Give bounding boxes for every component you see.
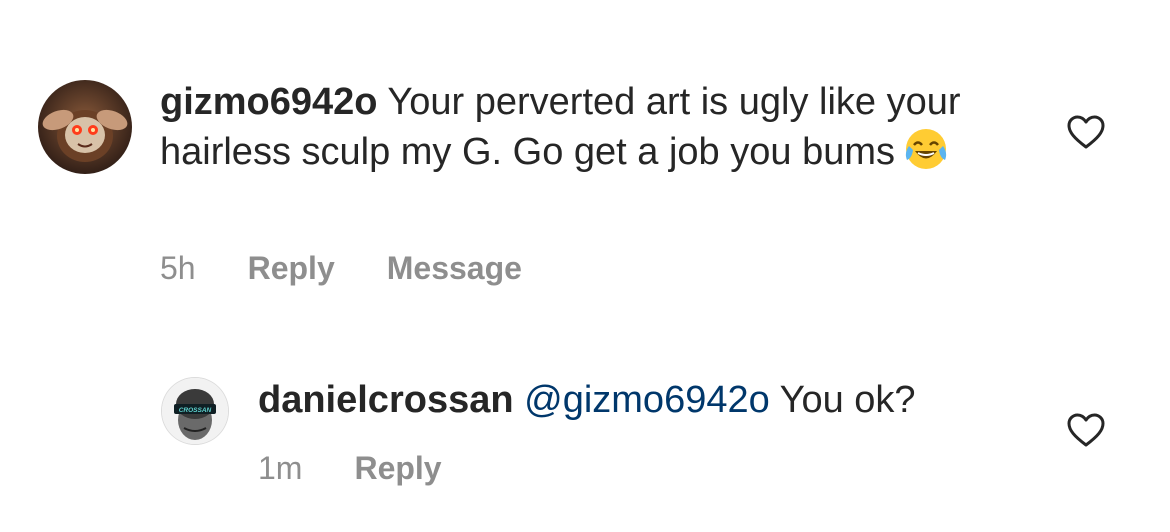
comment-body: You ok?: [779, 379, 916, 421]
comment-item: gizmo6942o Your perverted art is ugly li…: [0, 0, 1170, 320]
comment-username[interactable]: danielcrossan: [258, 379, 514, 421]
comment-timestamp: 1m: [258, 450, 303, 486]
comment-meta: 5h Reply Message: [160, 248, 522, 288]
like-heart-icon[interactable]: [1066, 412, 1106, 448]
comment-text: gizmo6942o Your perverted art is ugly li…: [160, 78, 1040, 176]
mention-link[interactable]: @gizmo6942o: [524, 379, 770, 421]
comment-text: danielcrossan @gizmo6942o You ok?: [258, 376, 1038, 424]
reply-button[interactable]: Reply: [248, 248, 335, 288]
reply-button[interactable]: Reply: [354, 448, 441, 488]
avatar[interactable]: [38, 80, 132, 174]
message-button[interactable]: Message: [387, 248, 522, 288]
avatar-badge-text: CROSSAN: [179, 407, 212, 414]
comment-username[interactable]: gizmo6942o: [160, 81, 378, 123]
like-heart-icon[interactable]: [1066, 114, 1106, 150]
profile-photo-icon: CROSSAN: [162, 378, 228, 444]
gremlin-avatar-icon: [38, 80, 132, 174]
comment-reply-item: CROSSAN danielcrossan @gizmo6942o You ok…: [0, 340, 1170, 532]
comment-timestamp: 5h: [160, 250, 196, 286]
face-with-tears-of-joy-icon: [903, 126, 949, 172]
comment-meta: 1m Reply: [258, 448, 442, 488]
avatar[interactable]: CROSSAN: [162, 378, 228, 444]
